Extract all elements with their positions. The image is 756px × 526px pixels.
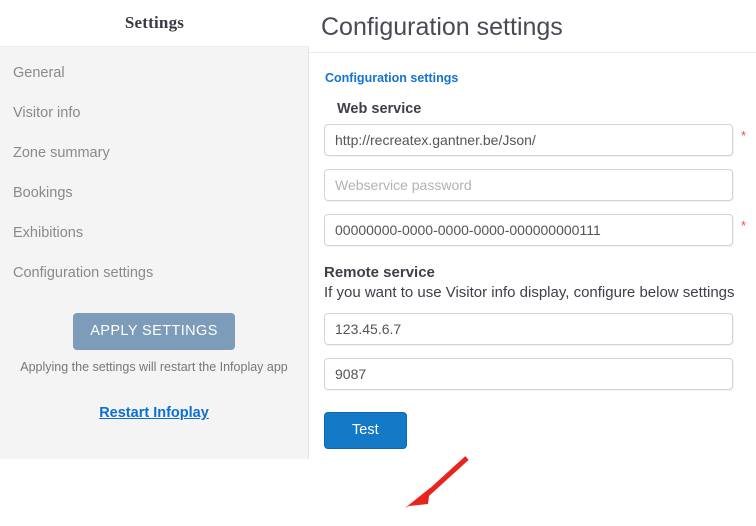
remote-service-port-input[interactable] [324, 358, 733, 390]
web-service-password-row [324, 169, 733, 201]
configuration-settings-link[interactable]: Configuration settings [325, 71, 458, 85]
apply-settings-button[interactable]: APPLY SETTINGS [73, 313, 235, 350]
section-link-area: Configuration settings [309, 53, 756, 93]
sidebar-panel: General Visitor info Zone summary Bookin… [0, 46, 309, 459]
test-button[interactable]: Test [324, 412, 407, 449]
restart-link-area: Restart Infoplay [0, 404, 308, 422]
configuration-form: Web service * * Remote service If you wa… [309, 101, 756, 449]
web-service-label: Web service [337, 101, 422, 117]
settings-screen: Settings General Visitor info Zone summa… [0, 0, 756, 526]
sidebar-item-exhibitions[interactable]: Exhibitions [0, 213, 308, 253]
sidebar-item-visitor-info[interactable]: Visitor info [0, 93, 308, 133]
sidebar-item-zone-summary[interactable]: Zone summary [0, 133, 308, 173]
sidebar-item-general[interactable]: General [0, 53, 308, 93]
apply-settings-note: Applying the settings will restart the I… [20, 360, 288, 374]
web-service-guid-input[interactable] [324, 214, 733, 246]
sidebar-item-configuration-settings[interactable]: Configuration settings [0, 253, 308, 293]
required-marker-url: * [741, 128, 747, 143]
web-service-password-input[interactable] [324, 169, 733, 201]
main-panel: Configuration settings Configuration set… [309, 0, 756, 526]
sidebar-nav-list: General Visitor info Zone summary Bookin… [0, 53, 308, 293]
remote-service-ip-input[interactable] [324, 313, 733, 345]
settings-sidebar: Settings General Visitor info Zone summa… [0, 0, 309, 526]
sidebar-item-bookings[interactable]: Bookings [0, 173, 308, 213]
restart-infoplay-link[interactable]: Restart Infoplay [99, 405, 209, 421]
web-service-guid-row: * [324, 214, 746, 246]
required-marker-guid: * [741, 218, 747, 233]
main-header: Configuration settings [309, 0, 756, 53]
sidebar-title: Settings [124, 13, 185, 32]
remote-service-port-row [324, 358, 733, 390]
remote-service-title: Remote service [324, 264, 435, 281]
web-service-url-input[interactable] [324, 124, 733, 156]
test-button-area: Test [324, 412, 756, 449]
sidebar-header: Settings [0, 0, 309, 46]
page-title: Configuration settings [321, 13, 563, 41]
apply-settings-area: APPLY SETTINGS [0, 313, 308, 350]
web-service-url-row: * [324, 124, 746, 156]
remote-service-note: If you want to use Visitor info display,… [324, 284, 735, 301]
remote-service-ip-row [324, 313, 733, 345]
